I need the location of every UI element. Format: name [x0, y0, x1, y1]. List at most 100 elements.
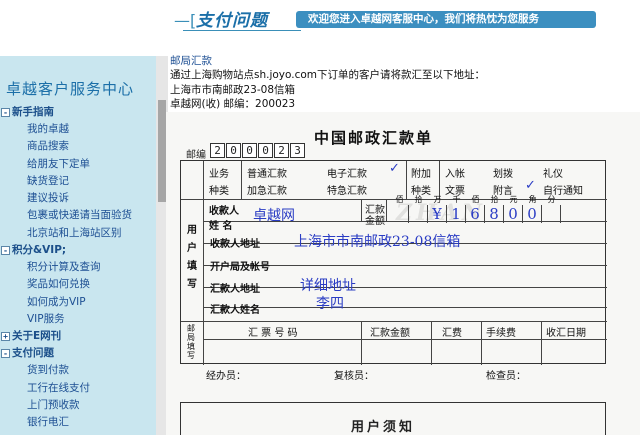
- expand-toggle-icon[interactable]: +: [1, 332, 10, 342]
- sidebar-group-label[interactable]: 新手指南: [12, 106, 54, 118]
- sidebar-item-become-vip[interactable]: 如何成为VIP: [0, 294, 156, 311]
- col-amount: 汇款金额: [370, 328, 410, 339]
- postcode-digit: 0: [258, 143, 273, 158]
- sidebar-item-my-joyo[interactable]: 我的卓越: [0, 121, 156, 138]
- business-type-label: 业务: [209, 169, 229, 180]
- amount-unit: 千: [452, 195, 461, 204]
- amount-units: 佰 拾 万 千 佰 拾 元 角 分: [390, 194, 561, 205]
- sidebar-group-enewsletter[interactable]: + 关于E网刊: [0, 328, 156, 345]
- sidebar-item-icbc-online[interactable]: 工行在线支付: [0, 380, 156, 397]
- remitter-address-label: 汇款人地址: [210, 284, 260, 295]
- sidebar-item-prepay-collection[interactable]: 上门预收款: [0, 397, 156, 414]
- sidebar: 卓越客户服务中心 - 新手指南 我的卓越 商品搜索 给朋友下定单 缺货登记 建议…: [0, 56, 156, 435]
- sidebar-item-cod[interactable]: 货到付款: [0, 362, 156, 379]
- amount-digit: [409, 205, 428, 223]
- option-urgent: 加急汇款: [247, 186, 287, 197]
- side-label-char: 用: [187, 225, 197, 236]
- money-order-image: 中国邮政汇款单 邮编 2 0 0 0 2 3 ZHAN 业务 种类 普通汇款 电…: [166, 112, 640, 435]
- amount-digit: 0: [523, 205, 542, 223]
- sidebar-nav: - 新手指南 我的卓越 商品搜索 给朋友下定单 缺货登记 建议投诉 包裹或快递请…: [0, 104, 156, 431]
- sidebar-group-label[interactable]: 积分&VIP;: [12, 244, 66, 256]
- page-title: 支付问题: [196, 11, 268, 31]
- collapse-toggle-icon[interactable]: -: [1, 349, 10, 359]
- main-content: 邮局汇款 通过上海购物站点sh.joyo.com下订单的客户请将款汇至以下地址：…: [170, 54, 640, 112]
- grid-line: [181, 321, 607, 322]
- payee-name-value: 卓越网: [253, 208, 295, 224]
- side-label-char: 填: [187, 261, 197, 272]
- option-normal: 普通汇款: [247, 169, 287, 180]
- remitter-address-value: 详细地址: [300, 278, 356, 294]
- collapse-toggle-icon[interactable]: -: [1, 246, 10, 256]
- grid-line: [386, 199, 387, 221]
- postcode-digit: 3: [290, 143, 305, 158]
- sidebar-item-stockout-register[interactable]: 缺货登记: [0, 173, 156, 190]
- amount-unit: 拾: [490, 195, 499, 204]
- handler-label: 经办员：: [206, 371, 246, 382]
- amount-digit: 8: [485, 205, 504, 223]
- header-bracket-decoration: —[: [174, 11, 197, 30]
- sidebar-group-label[interactable]: 关于E网刊: [12, 330, 61, 342]
- postcode-digit: 2: [210, 143, 225, 158]
- sidebar-title: 卓越客户服务中心: [6, 80, 135, 98]
- grid-line: [541, 321, 542, 365]
- sidebar-group-points-vip[interactable]: - 积分&VIP;: [0, 242, 156, 259]
- amount-digit: [390, 205, 409, 223]
- scrollbar-thumb[interactable]: [158, 100, 166, 202]
- sidebar-item-vip-service[interactable]: VIP服务: [0, 311, 156, 328]
- grid-line: [203, 339, 607, 340]
- remitter-name-label: 汇款人姓名: [210, 305, 260, 316]
- amount-label: 金额: [365, 216, 385, 227]
- grid-line: [431, 321, 432, 365]
- section-title: 邮局汇款: [170, 55, 212, 67]
- payee-name-label: 姓 名: [209, 221, 233, 232]
- payee-address-value: 上海市市南邮政23-08信箱: [294, 234, 461, 250]
- sidebar-item-complaints[interactable]: 建议投诉: [0, 190, 156, 207]
- grid-line: [361, 321, 362, 365]
- amount-digit: 6: [466, 205, 485, 223]
- amount-unit: 万: [433, 195, 442, 204]
- checkmark-icon: ✓: [389, 161, 400, 176]
- col-receive-date: 收汇日期: [546, 328, 586, 339]
- option-electronic: 电子汇款: [327, 169, 367, 180]
- amount-digits: ¥ 1 6 8 0 0: [390, 205, 561, 223]
- payee-address-label: 收款人地址: [210, 239, 260, 250]
- option-gift: 礼仪: [543, 169, 563, 180]
- user-notice-box: 用户须知: [180, 402, 606, 435]
- amount-digit: [542, 205, 561, 223]
- sidebar-item-package-check[interactable]: 包裹或快递请当面验货: [0, 207, 156, 224]
- amount-unit: 分: [547, 195, 556, 204]
- sidebar-item-bank-wire[interactable]: 银行电汇: [0, 414, 156, 431]
- side-label-char: 户: [187, 243, 197, 254]
- sidebar-item-product-search[interactable]: 商品搜索: [0, 138, 156, 155]
- checkmark-icon: ✓: [525, 178, 536, 193]
- postcode-boxes: 2 0 0 0 2 3: [210, 143, 306, 158]
- remitter-name-value: 李四: [316, 296, 344, 312]
- side-label-char: 写: [187, 279, 197, 290]
- grid-line: [361, 199, 362, 221]
- sidebar-group-guide[interactable]: - 新手指南: [0, 104, 156, 121]
- option-receipt: 入帐: [445, 169, 465, 180]
- collapse-toggle-icon[interactable]: -: [1, 108, 10, 117]
- amount-unit: 元: [509, 195, 518, 204]
- sidebar-group-payment[interactable]: - 支付问题: [0, 345, 156, 362]
- sidebar-item-order-for-friend[interactable]: 给朋友下定单: [0, 156, 156, 173]
- postcode-digit: 0: [242, 143, 257, 158]
- sidebar-group-label[interactable]: 支付问题: [12, 347, 54, 359]
- grid-line: [203, 307, 607, 308]
- addon-type-label: 附加: [411, 169, 431, 180]
- sidebar-item-points-query[interactable]: 积分计算及查询: [0, 259, 156, 276]
- grid-line: [203, 287, 607, 288]
- sidebar-item-site-difference[interactable]: 北京站和上海站区别: [0, 225, 156, 242]
- amount-unit: 佰: [395, 195, 404, 204]
- sidebar-item-prize-redeem[interactable]: 奖品如何兑换: [0, 276, 156, 293]
- amount-unit: 佰: [471, 195, 480, 204]
- business-type-label: 种类: [209, 186, 229, 197]
- postcode-label: 邮编: [186, 150, 206, 161]
- welcome-text: 欢迎您进入卓越网客服中心，我们将热忱为您服务: [308, 13, 539, 25]
- postcode-digit: 2: [274, 143, 289, 158]
- page-header: —[ 支付问题 欢迎您进入卓越网客服中心，我们将热忱为您服务: [0, 0, 640, 40]
- checker-label: 检查员：: [486, 371, 526, 382]
- amount-digit: 1: [447, 205, 466, 223]
- open-bank-label: 开户局及帐号: [210, 262, 270, 273]
- option-special: 特急汇款: [327, 186, 367, 197]
